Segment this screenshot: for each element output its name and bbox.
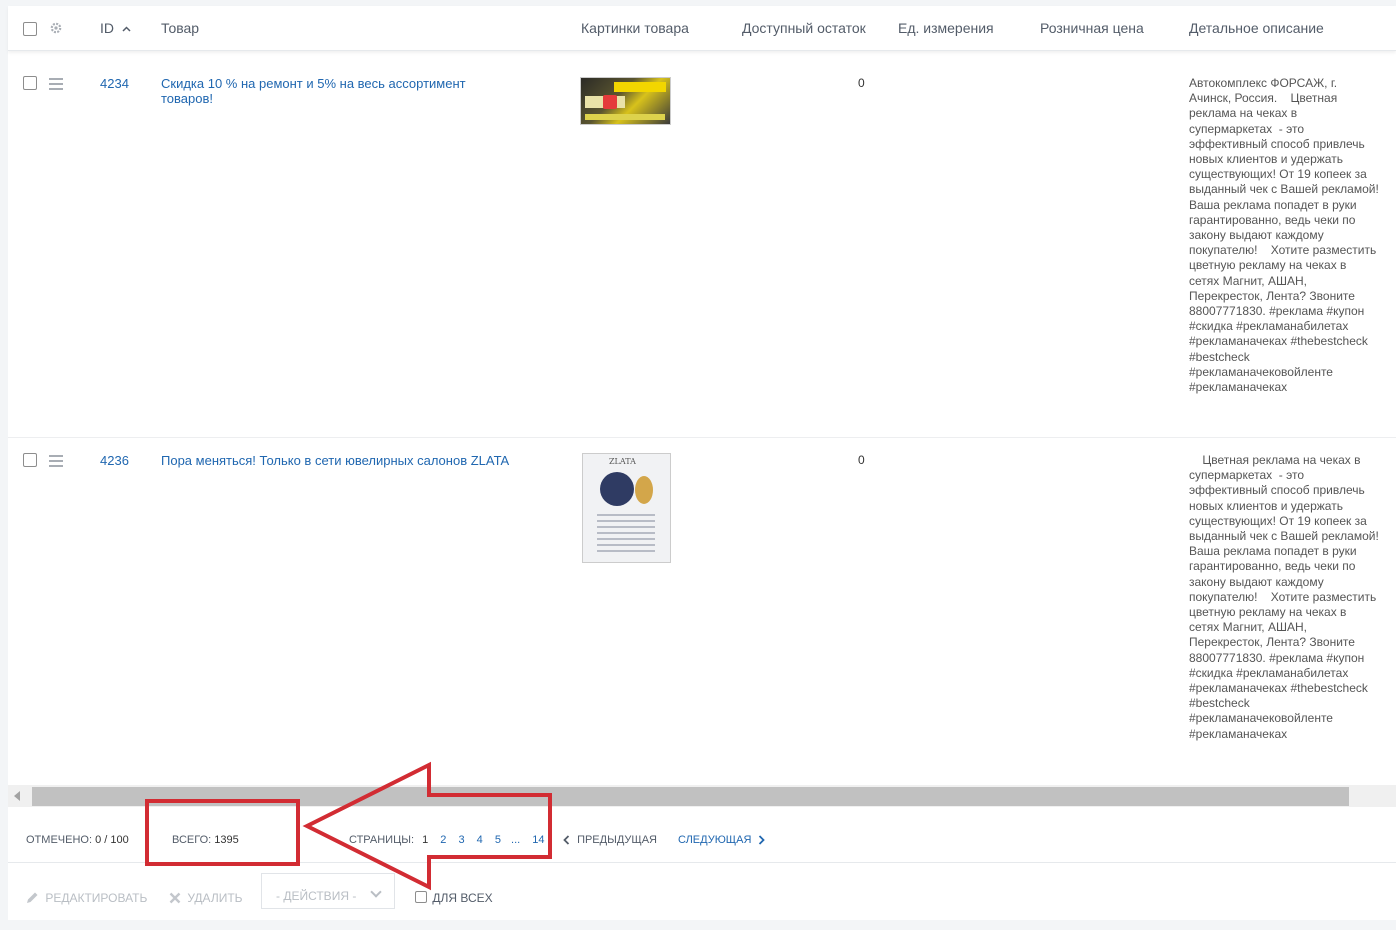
row-description: Автокомплекс ФОРСАЖ, г. Ачинск, Россия. …	[1189, 76, 1383, 395]
column-images[interactable]: Картинки товара	[581, 20, 689, 36]
table-row[interactable]: 4236 Пора меняться! Только в сети ювелир…	[8, 438, 1396, 785]
column-price[interactable]: Розничная цена	[1040, 20, 1144, 36]
page-link[interactable]: 5	[495, 834, 501, 846]
column-name[interactable]: Товар	[161, 20, 199, 36]
page-link[interactable]: 4	[477, 834, 483, 846]
row-name[interactable]: Скидка 10 % на ремонт и 5% на весь ассор…	[161, 76, 491, 106]
selected-label: ОТМЕЧЕНО:	[26, 834, 92, 846]
selected-value: 0 / 100	[95, 834, 129, 846]
column-id-label: ID	[100, 20, 114, 36]
table-row[interactable]: 4234 Скидка 10 % на ремонт и 5% на весь …	[8, 62, 1396, 438]
product-image[interactable]: ZLATA	[582, 453, 671, 563]
row-quantity: 0	[858, 453, 865, 467]
column-description[interactable]: Детальное описание	[1189, 20, 1324, 36]
chevron-right-icon	[759, 835, 766, 845]
row-quantity: 0	[858, 76, 865, 90]
column-unit[interactable]: Ед. измерения	[898, 20, 994, 36]
gear-icon[interactable]	[49, 21, 63, 35]
total-count: ВСЕГО: 1395	[172, 834, 239, 846]
for-all-toggle[interactable]: ДЛЯ ВСЕХ	[415, 891, 493, 905]
column-id[interactable]: ID	[100, 20, 131, 36]
selected-count: ОТМЕЧЕНО: 0 / 100	[26, 834, 129, 846]
image-logo: ZLATA	[609, 457, 636, 466]
prev-page-label: ПРЕДЫДУЩАЯ	[577, 834, 657, 846]
row-name[interactable]: Пора меняться! Только в сети ювелирных с…	[161, 453, 561, 468]
delete-label: УДАЛИТЬ	[187, 891, 243, 905]
close-icon	[169, 892, 181, 904]
select-all-checkbox[interactable]	[23, 22, 37, 36]
pages-label: СТРАНИЦЫ:	[349, 834, 415, 846]
for-all-label: ДЛЯ ВСЕХ	[432, 891, 493, 905]
row-id[interactable]: 4234	[100, 76, 129, 91]
page-ellipsis[interactable]: ...	[511, 834, 520, 846]
drag-handle-icon[interactable]	[49, 455, 63, 470]
pagination: СТРАНИЦЫ: 1 2 3 4 5 ... 14	[349, 834, 545, 846]
scroll-left-icon[interactable]	[14, 791, 20, 801]
row-checkbox[interactable]	[23, 453, 37, 467]
for-all-checkbox[interactable]	[415, 891, 427, 903]
row-id[interactable]: 4236	[100, 453, 129, 468]
sort-asc-icon	[122, 26, 131, 32]
chevron-down-icon	[370, 886, 382, 898]
next-page-label: СЛЕДУЮЩАЯ	[678, 834, 752, 846]
prev-page-button[interactable]: ПРЕДЫДУЩАЯ	[563, 834, 657, 846]
row-checkbox[interactable]	[23, 76, 37, 90]
total-label: ВСЕГО:	[172, 834, 212, 846]
actions-dropdown[interactable]: - ДЕЙСТВИЯ -	[261, 873, 395, 909]
delete-button[interactable]: УДАЛИТЬ	[169, 891, 243, 905]
grid-footer: ОТМЕЧЕНО: 0 / 100 ВСЕГО: 1395 СТРАНИЦЫ: …	[8, 808, 1396, 863]
edit-label: РЕДАКТИРОВАТЬ	[45, 891, 148, 905]
horizontal-scrollbar[interactable]	[8, 785, 1396, 807]
page-link[interactable]: 2	[440, 834, 446, 846]
next-page-button[interactable]: СЛЕДУЮЩАЯ	[678, 834, 766, 846]
product-image[interactable]	[580, 77, 671, 125]
action-panel: РЕДАКТИРОВАТЬ УДАЛИТЬ - ДЕЙСТВИЯ - ДЛЯ В…	[8, 863, 1396, 920]
drag-handle-icon[interactable]	[49, 78, 63, 93]
grid-header: ID Товар Картинки товара Доступный остат…	[8, 6, 1396, 51]
page-link[interactable]: 3	[458, 834, 464, 846]
actions-dropdown-label: - ДЕЙСТВИЯ -	[276, 889, 357, 903]
chevron-left-icon	[563, 835, 570, 845]
scrollbar-thumb[interactable]	[32, 787, 1349, 806]
page-link[interactable]: 14	[532, 834, 544, 846]
product-grid: ID Товар Картинки товара Доступный остат…	[8, 6, 1396, 920]
total-value: 1395	[214, 834, 239, 846]
column-stock[interactable]: Доступный остаток	[742, 20, 866, 36]
page-current: 1	[422, 834, 429, 846]
row-description: Цветная реклама на чеках в супермаркетах…	[1189, 453, 1383, 741]
edit-button[interactable]: РЕДАКТИРОВАТЬ	[26, 891, 147, 905]
pencil-icon	[27, 892, 38, 903]
